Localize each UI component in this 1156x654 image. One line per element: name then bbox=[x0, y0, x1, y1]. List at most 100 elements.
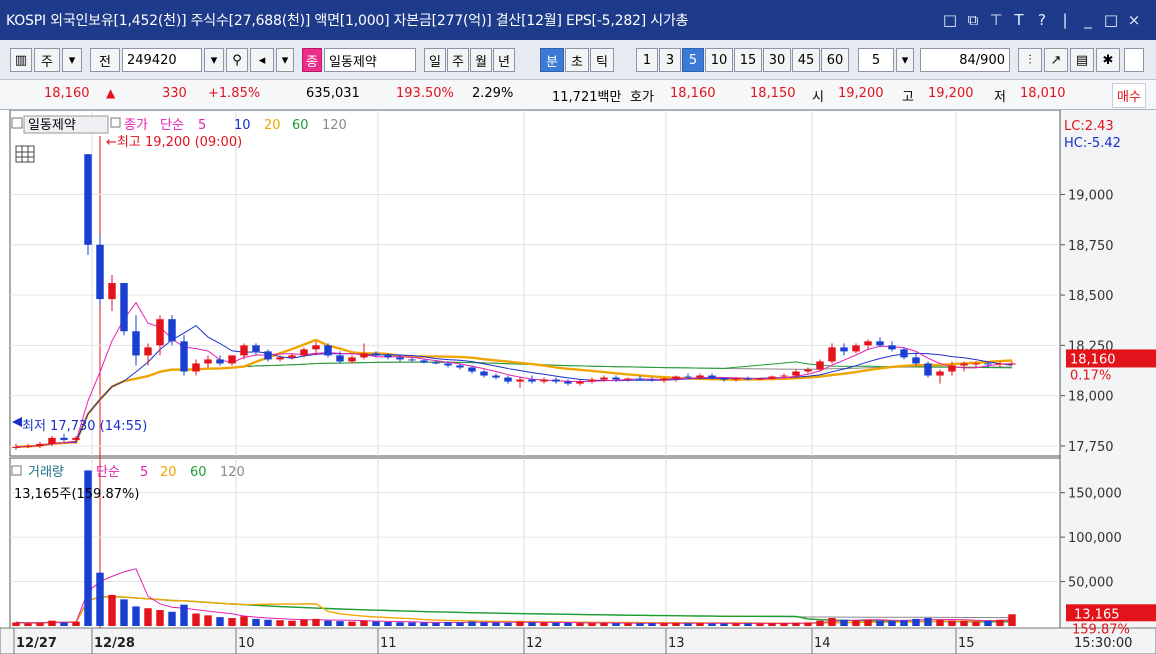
count-field[interactable]: 84/900 bbox=[920, 48, 1010, 72]
minimize-icon[interactable]: _ bbox=[1080, 11, 1096, 29]
volume-bar bbox=[888, 621, 896, 626]
high-note: ←최고 19,200 (09:00) bbox=[106, 135, 242, 150]
volume-bar bbox=[564, 622, 572, 626]
tab-jeon[interactable]: 전 bbox=[90, 48, 120, 72]
period-year[interactable]: 년 bbox=[493, 48, 515, 72]
gear-icon[interactable]: ✱ bbox=[1096, 48, 1120, 72]
legend-vol-ma5: 5 bbox=[140, 465, 148, 480]
candle-body bbox=[144, 347, 152, 356]
new-window-icon[interactable]: ⧉ bbox=[965, 11, 981, 29]
chevron-down-icon[interactable]: ▾ bbox=[62, 48, 82, 72]
font-icon[interactable]: T bbox=[1011, 11, 1027, 29]
maximize-icon[interactable]: □ bbox=[1103, 11, 1119, 29]
pin-icon[interactable]: ⊤ bbox=[988, 11, 1004, 29]
volume-tick-label: 50,000 bbox=[1068, 576, 1114, 591]
candle-body bbox=[960, 363, 968, 366]
period-second[interactable]: 초 bbox=[565, 48, 589, 72]
high-price: 19,200 bbox=[928, 86, 974, 101]
candle-body bbox=[828, 347, 836, 362]
period-week[interactable]: 주 bbox=[447, 48, 469, 72]
volume-bar bbox=[372, 621, 380, 626]
volume-bar bbox=[252, 618, 260, 626]
volume-bar bbox=[660, 623, 668, 626]
price-tick-label: 18,500 bbox=[1068, 289, 1114, 304]
draw-tool-icon[interactable]: ↗ bbox=[1044, 48, 1068, 72]
price-tick-label: 17,750 bbox=[1068, 440, 1114, 455]
stock-code-input[interactable]: 249420 bbox=[122, 48, 202, 72]
code-dropdown-icon[interactable]: ▾ bbox=[204, 48, 224, 72]
minute-10[interactable]: 10 bbox=[705, 48, 733, 72]
candle-body bbox=[660, 378, 668, 381]
minute-1[interactable]: 1 bbox=[636, 48, 658, 72]
minute-3[interactable]: 3 bbox=[659, 48, 681, 72]
volume-bar bbox=[300, 619, 308, 626]
candle-body bbox=[684, 376, 692, 378]
sound-icon[interactable]: ◂ bbox=[250, 48, 274, 72]
open-label: 시 bbox=[812, 90, 824, 105]
candle-body bbox=[36, 443, 44, 446]
tab-ju[interactable]: 주 bbox=[34, 48, 60, 72]
minute-30[interactable]: 30 bbox=[763, 48, 791, 72]
volume-bar bbox=[756, 623, 764, 626]
period-day[interactable]: 일 bbox=[424, 48, 446, 72]
volume-bar bbox=[132, 606, 140, 626]
count-total: /900 bbox=[975, 52, 1005, 68]
volume-bar bbox=[612, 623, 620, 626]
restore-icon[interactable]: □ bbox=[942, 11, 958, 29]
minute-15[interactable]: 15 bbox=[734, 48, 762, 72]
volume-tick-label: 150,000 bbox=[1068, 487, 1122, 502]
help-icon[interactable]: ? bbox=[1034, 11, 1050, 29]
sound-dropdown-icon[interactable]: ▾ bbox=[276, 48, 294, 72]
volume-bar bbox=[60, 622, 68, 626]
volume-bar bbox=[672, 623, 680, 626]
period-month[interactable]: 월 bbox=[470, 48, 492, 72]
minute-5[interactable]: 5 bbox=[682, 48, 704, 72]
period-minute[interactable]: 분 bbox=[540, 48, 564, 72]
volume-bar bbox=[768, 623, 776, 626]
volume-bar bbox=[792, 622, 800, 626]
volume-bar bbox=[216, 617, 224, 626]
stock-chart[interactable]: 17,75018,00018,25018,50018,75019,000 50,… bbox=[0, 110, 1156, 654]
option-checkbox[interactable] bbox=[1124, 48, 1144, 72]
save-icon[interactable]: ▤ bbox=[1070, 48, 1094, 72]
minute-45[interactable]: 45 bbox=[792, 48, 820, 72]
volume-bar bbox=[552, 622, 560, 626]
candle-body bbox=[96, 244, 104, 300]
candle-body bbox=[504, 377, 512, 382]
legend-vol-ma60: 60 bbox=[190, 465, 207, 480]
candle-body bbox=[816, 361, 824, 370]
candle-body bbox=[444, 363, 452, 366]
volume-bar bbox=[1008, 614, 1016, 626]
volume-bar bbox=[348, 621, 356, 626]
candle-body bbox=[72, 437, 80, 440]
candle-body bbox=[624, 378, 632, 380]
volume-bar bbox=[972, 621, 980, 626]
buy-button[interactable]: 매수 bbox=[1112, 83, 1146, 108]
volume-bar bbox=[24, 623, 32, 626]
interval-dropdown-icon[interactable]: ▾ bbox=[896, 48, 914, 72]
legend-ma20: 20 bbox=[264, 118, 281, 133]
search-icon[interactable]: ⚲ bbox=[226, 48, 248, 72]
stock-name-field[interactable]: 일동제약 bbox=[324, 48, 416, 72]
candle-type-icon[interactable]: ⫶ bbox=[1018, 48, 1042, 72]
candle-body bbox=[372, 353, 380, 356]
legend-ma10: 10 bbox=[234, 118, 251, 133]
volume-bar bbox=[96, 572, 104, 626]
candle-body bbox=[480, 371, 488, 376]
time-axis-label: 11 bbox=[380, 636, 397, 651]
time-axis-label: 13 bbox=[668, 636, 685, 651]
close-icon[interactable]: × bbox=[1126, 11, 1142, 29]
volume-bar bbox=[876, 620, 884, 626]
candle-body bbox=[948, 365, 956, 372]
volume-bar bbox=[960, 621, 968, 626]
current-price-tag-text: 18,160 bbox=[1070, 352, 1116, 367]
legend-ma60: 60 bbox=[292, 118, 309, 133]
layout-icon[interactable]: ▥ bbox=[10, 48, 32, 72]
period-tick[interactable]: 틱 bbox=[590, 48, 614, 72]
volume-bar bbox=[864, 619, 872, 626]
volume-ratio: 193.50% bbox=[396, 86, 454, 101]
interval-input[interactable]: 5 bbox=[858, 48, 894, 72]
volume-bar bbox=[588, 623, 596, 626]
minute-60[interactable]: 60 bbox=[821, 48, 849, 72]
open-price: 19,200 bbox=[838, 86, 884, 101]
